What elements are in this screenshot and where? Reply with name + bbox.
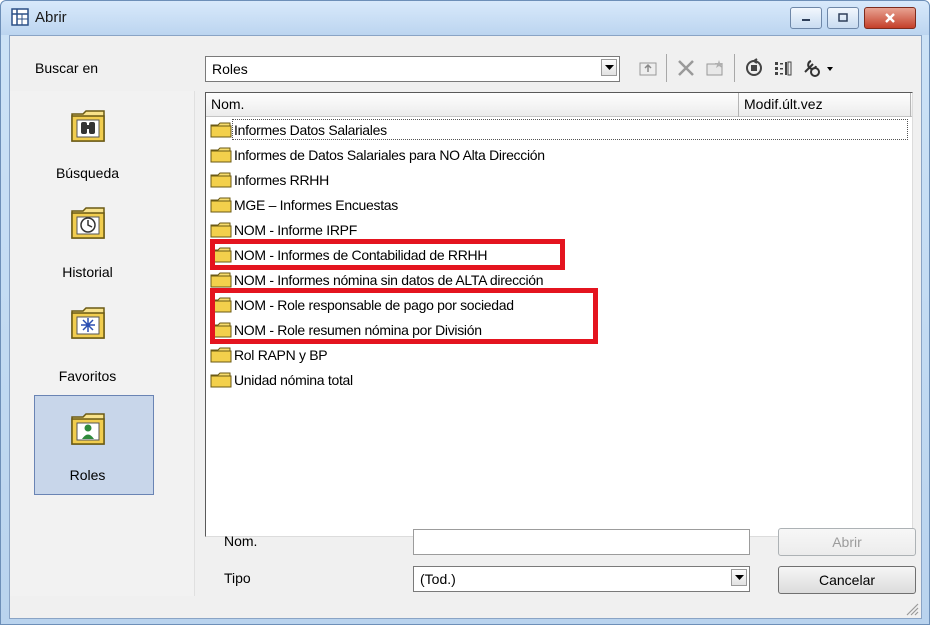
close-button[interactable] bbox=[864, 7, 916, 29]
delete-button[interactable] bbox=[673, 56, 699, 80]
view-menu-button[interactable] bbox=[770, 56, 796, 80]
refresh-button[interactable] bbox=[741, 56, 767, 80]
view-details-icon bbox=[775, 61, 792, 76]
list-item[interactable]: Unidad nómina total bbox=[210, 368, 353, 391]
list-header: Nom. Modif.últ.vez bbox=[206, 93, 912, 117]
file-type-value: (Tod.) bbox=[420, 571, 456, 587]
places-bar: Búsqueda Historial Favoritos Roles bbox=[10, 91, 195, 596]
list-item[interactable]: Rol RAPN y BP bbox=[210, 343, 328, 366]
chevron-down-icon bbox=[604, 64, 614, 70]
folder-icon bbox=[210, 347, 232, 363]
look-in-value: Roles bbox=[212, 61, 248, 77]
title-bar[interactable]: Abrir bbox=[1, 1, 929, 35]
minimize-button[interactable] bbox=[790, 7, 822, 29]
user-folder-icon bbox=[69, 412, 107, 446]
place-roles[interactable]: Roles bbox=[10, 395, 195, 495]
folder-icon bbox=[210, 122, 232, 138]
new-folder-icon bbox=[706, 60, 723, 76]
tools-icon bbox=[804, 60, 833, 77]
column-header-name[interactable]: Nom. bbox=[206, 93, 739, 117]
folder-icon bbox=[210, 372, 232, 388]
folder-icon bbox=[210, 147, 232, 163]
resize-grip-icon[interactable] bbox=[903, 600, 919, 616]
folder-icon bbox=[210, 197, 232, 213]
folder-icon bbox=[210, 272, 232, 288]
tools-menu-button[interactable] bbox=[800, 56, 836, 80]
look-in-dropdown-button[interactable] bbox=[601, 59, 617, 76]
open-dialog: Abrir Buscar en Roles Búsqueda Historial… bbox=[0, 0, 930, 625]
file-list[interactable]: Nom. Modif.últ.vez Informes Datos Salari… bbox=[205, 92, 913, 537]
new-folder-button[interactable] bbox=[702, 56, 728, 80]
list-item[interactable]: Informes Datos Salariales bbox=[210, 118, 387, 141]
highlight-box bbox=[210, 239, 565, 270]
maximize-icon bbox=[838, 13, 848, 22]
file-name-label: Nom. bbox=[224, 533, 258, 549]
refresh-icon bbox=[746, 58, 762, 76]
list-item[interactable]: NOM - Informe IRPF bbox=[210, 218, 357, 241]
place-historial[interactable]: Historial bbox=[10, 206, 195, 311]
window-title: Abrir bbox=[35, 9, 67, 26]
file-type-dropdown-button[interactable] bbox=[731, 569, 747, 586]
chevron-down-icon bbox=[734, 574, 744, 580]
dialog-client: Buscar en Roles Búsqueda Historial Favor… bbox=[9, 35, 922, 619]
place-label: Historial bbox=[62, 264, 113, 280]
look-in-combo[interactable]: Roles bbox=[205, 56, 620, 82]
maximize-button[interactable] bbox=[827, 7, 859, 29]
binoculars-folder-icon bbox=[69, 109, 107, 143]
delete-icon bbox=[678, 60, 694, 76]
file-name-input[interactable] bbox=[413, 529, 750, 555]
column-header-modified[interactable]: Modif.últ.vez bbox=[739, 93, 911, 117]
minimize-icon bbox=[802, 19, 810, 21]
app-grid-icon bbox=[11, 8, 29, 26]
open-button[interactable]: Abrir bbox=[778, 528, 916, 556]
close-icon bbox=[885, 13, 895, 23]
cancel-button[interactable]: Cancelar bbox=[778, 566, 916, 594]
folder-icon bbox=[210, 222, 232, 238]
star-folder-icon bbox=[69, 306, 107, 340]
clock-folder-icon bbox=[69, 206, 107, 240]
folder-icon bbox=[210, 172, 232, 188]
place-label: Búsqueda bbox=[55, 165, 120, 181]
place-label: Roles bbox=[69, 467, 106, 483]
file-type-combo[interactable]: (Tod.) bbox=[413, 566, 750, 592]
toolbar-separator bbox=[734, 54, 735, 82]
place-busqueda[interactable]: Búsqueda bbox=[10, 91, 195, 201]
file-type-label: Tipo bbox=[224, 570, 251, 586]
list-item[interactable]: Informes RRHH bbox=[210, 168, 329, 191]
up-folder-button[interactable] bbox=[635, 56, 661, 80]
place-label: Favoritos bbox=[58, 368, 117, 384]
up-folder-icon bbox=[639, 62, 657, 76]
look-in-label: Buscar en bbox=[35, 60, 99, 76]
list-item[interactable]: Informes de Datos Salariales para NO Alt… bbox=[210, 143, 545, 166]
toolbar-separator bbox=[666, 54, 667, 82]
highlight-box bbox=[210, 288, 598, 344]
list-item[interactable]: MGE – Informes Encuestas bbox=[210, 193, 398, 216]
